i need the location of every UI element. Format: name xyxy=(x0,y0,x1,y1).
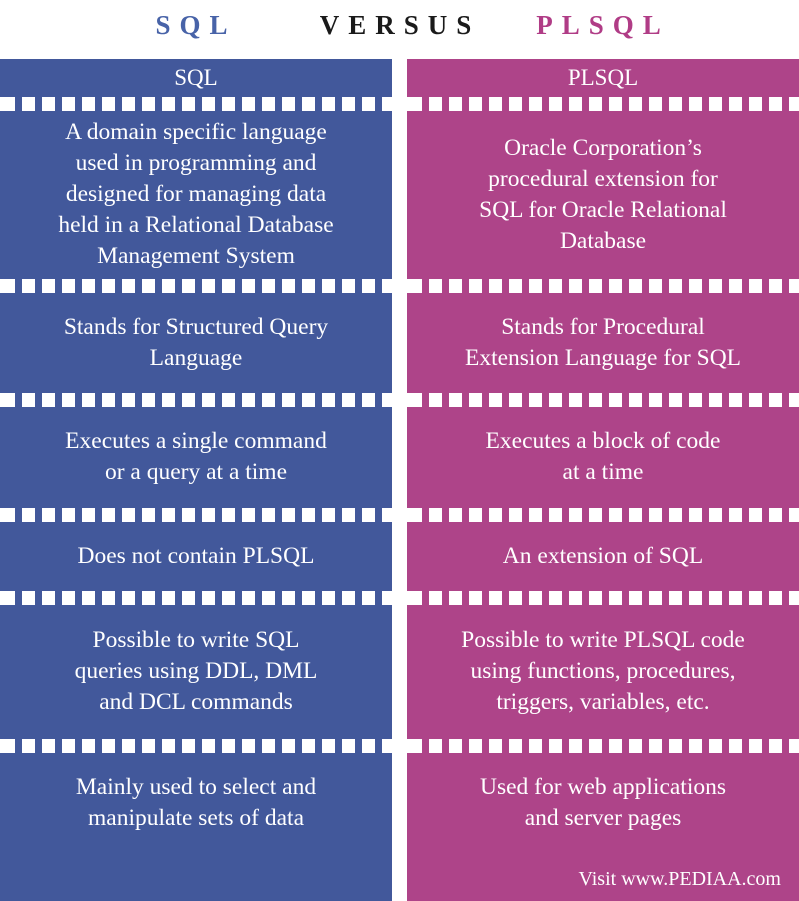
row-divider xyxy=(0,508,392,522)
row-divider xyxy=(0,739,392,753)
row-text-line: designed for managing data xyxy=(65,181,327,207)
table-row: Possible to write SQL queries using DDL,… xyxy=(0,605,392,739)
row-text-line: procedural extension for xyxy=(488,165,718,192)
row-text-line: Possible to write PLSQL code xyxy=(461,627,745,653)
row-divider xyxy=(407,739,799,753)
row-text-line: Stands for Structured Query xyxy=(63,313,329,340)
row-text-line: Mainly used to select and xyxy=(75,773,317,800)
row-text-line: Extension Language for SQL xyxy=(464,344,742,371)
row-divider xyxy=(407,591,799,605)
column-header-plsql: PLSQL xyxy=(407,59,799,97)
table-row: An extension of SQL xyxy=(407,522,799,591)
title-bar: SQL VERSUS PLSQL xyxy=(0,0,799,59)
table-row: Executes a block of code at a time xyxy=(407,407,799,508)
column-header-sql: SQL xyxy=(0,59,392,97)
row-text-line: and DCL commands xyxy=(99,689,293,715)
row-text-line: SQL for Oracle Relational xyxy=(479,196,727,223)
row-text-line: Management System xyxy=(97,243,295,269)
table-row: Oracle Corporation’s procedural extensio… xyxy=(407,111,799,279)
row-divider xyxy=(407,279,799,293)
table-row: Used for web applications and server pag… xyxy=(407,753,799,853)
column-header-label: SQL xyxy=(174,65,218,90)
column-gap xyxy=(392,59,407,901)
table-row: Mainly used to select and manipulate set… xyxy=(0,753,392,853)
comparison-columns: SQL A domain specific language used in p… xyxy=(0,59,799,901)
row-text-line: Executes a block of code xyxy=(485,428,721,454)
title-right-term: PLSQL xyxy=(536,10,670,40)
comparison-infographic: SQL VERSUS PLSQL SQL A domain specific l… xyxy=(0,0,799,901)
row-text-line: or a query at a time xyxy=(104,459,288,485)
table-row: Possible to write PLSQL code using funct… xyxy=(407,605,799,739)
row-text-line: triggers, variables, etc. xyxy=(496,689,710,715)
row-text-line: using functions, procedures, xyxy=(470,658,736,684)
row-divider xyxy=(407,97,799,111)
table-row: Executes a single command or a query at … xyxy=(0,407,392,508)
row-divider xyxy=(0,393,392,407)
row-divider xyxy=(0,97,392,111)
row-text-line: at a time xyxy=(562,459,644,485)
row-text-line: Oracle Corporation’s xyxy=(504,134,702,161)
column-filler xyxy=(0,853,392,901)
row-text-line: A domain specific language xyxy=(65,119,327,145)
row-text-line: Stands for Procedural xyxy=(501,313,705,340)
table-row: Does not contain PLSQL xyxy=(0,522,392,591)
row-text-line: An extension of SQL xyxy=(502,542,704,569)
row-text-line: Used for web applications xyxy=(479,773,727,800)
row-divider xyxy=(407,508,799,522)
row-text-line: queries using DDL, DML xyxy=(74,658,318,684)
row-text-line: Executes a single command xyxy=(65,428,327,454)
column-plsql: PLSQL Oracle Corporation’s procedural ex… xyxy=(407,59,799,901)
row-divider xyxy=(0,591,392,605)
site-credit: Visit www.PEDIAA.com xyxy=(578,868,782,890)
row-text-line: Does not contain PLSQL xyxy=(77,542,315,569)
row-text-line: Possible to write SQL xyxy=(92,627,300,653)
column-header-label: PLSQL xyxy=(567,65,639,90)
row-text-line: manipulate sets of data xyxy=(88,804,304,831)
row-text-line: used in programming and xyxy=(75,150,317,176)
table-row: A domain specific language used in progr… xyxy=(0,111,392,279)
row-text-line: Language xyxy=(149,344,243,371)
table-row: Stands for Structured Query Language xyxy=(0,293,392,393)
table-row: Stands for Procedural Extension Language… xyxy=(407,293,799,393)
row-text-line: Database xyxy=(559,227,647,254)
row-text-line: held in a Relational Database xyxy=(58,212,334,238)
row-divider xyxy=(0,279,392,293)
row-divider xyxy=(407,393,799,407)
column-sql: SQL A domain specific language used in p… xyxy=(0,59,392,901)
row-text-line: and server pages xyxy=(524,804,682,831)
column-filler xyxy=(407,853,799,867)
